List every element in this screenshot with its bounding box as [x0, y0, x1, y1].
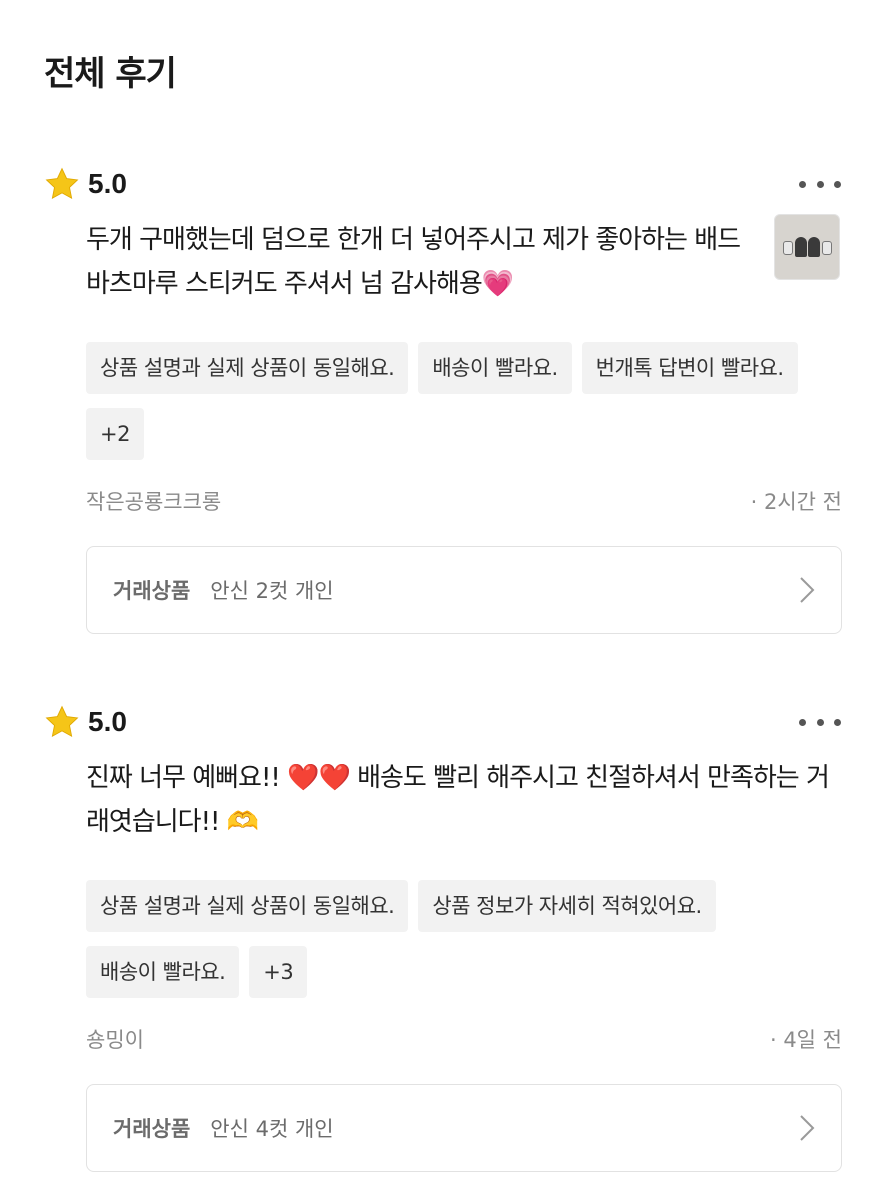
- review-text: 진짜 너무 예뻐요!! ❤️❤️ 배송도 빨리 해주시고 친절하셔서 만족하는 …: [86, 763, 830, 837]
- more-tags-button[interactable]: +2: [86, 408, 144, 460]
- star-icon: [45, 167, 79, 199]
- review-meta: 숑밍이 · 4일 전: [86, 1024, 842, 1054]
- review-tags: 상품 설명과 실제 상품이 동일해요. 배송이 빨라요. 번개톡 답변이 빨라요…: [86, 342, 846, 474]
- review-author: 작은공룡크크롱: [86, 490, 222, 514]
- rating-row: 5.0: [44, 702, 127, 742]
- more-options-icon[interactable]: [799, 172, 841, 196]
- review-text: 두개 구매했는데 덤으로 한개 더 넣어주시고 제가 좋아하는 배드바츠마루 스…: [86, 225, 741, 299]
- more-tags-button[interactable]: +3: [249, 946, 308, 998]
- review-tag: 상품 정보가 자세히 적혀있어요.: [418, 880, 716, 932]
- traded-item-link[interactable]: 거래상품 안신 4컷 개인: [86, 1084, 842, 1172]
- review-photo-thumbnail[interactable]: [774, 214, 840, 280]
- rating-value: 5.0: [88, 168, 127, 199]
- traded-item-link[interactable]: 거래상품 안신 2컷 개인: [86, 546, 842, 634]
- star-icon: [45, 705, 79, 737]
- chevron-right-icon: [800, 577, 815, 603]
- traded-item-name: 안신 2컷 개인: [210, 579, 334, 603]
- review-tag: 상품 설명과 실제 상품이 동일해요.: [86, 342, 409, 394]
- more-options-icon[interactable]: [799, 710, 841, 734]
- review-card: 5.0 두개 구매했는데 덤으로 한개 더 넣어주시고 제가 좋아하는 배드바츠…: [0, 164, 887, 684]
- review-meta: 작은공룡크크롱 · 2시간 전: [86, 486, 842, 516]
- review-author: 숑밍이: [86, 1028, 144, 1052]
- review-card: 5.0 진짜 너무 예뻐요!! ❤️❤️ 배송도 빨리 해주시고 친절하셔서 만…: [0, 702, 887, 1200]
- rating-row: 5.0: [44, 164, 127, 204]
- page-title: 전체 후기: [44, 54, 177, 94]
- chevron-right-icon: [800, 1115, 815, 1141]
- traded-item-name: 안신 4컷 개인: [210, 1117, 334, 1141]
- review-tag: 배송이 빨라요.: [86, 946, 240, 998]
- review-time: · 2시간 전: [750, 490, 842, 514]
- review-tags: 상품 설명과 실제 상품이 동일해요. 상품 정보가 자세히 적혀있어요. 배송…: [86, 880, 846, 1012]
- traded-item-label: 거래상품: [113, 579, 191, 603]
- review-tag: 배송이 빨라요.: [418, 342, 572, 394]
- review-time: · 4일 전: [769, 1028, 842, 1052]
- rating-value: 5.0: [88, 706, 127, 737]
- review-tag: 번개톡 답변이 빨라요.: [581, 342, 798, 394]
- review-tag: 상품 설명과 실제 상품이 동일해요.: [86, 880, 409, 932]
- traded-item-label: 거래상품: [113, 1117, 191, 1141]
